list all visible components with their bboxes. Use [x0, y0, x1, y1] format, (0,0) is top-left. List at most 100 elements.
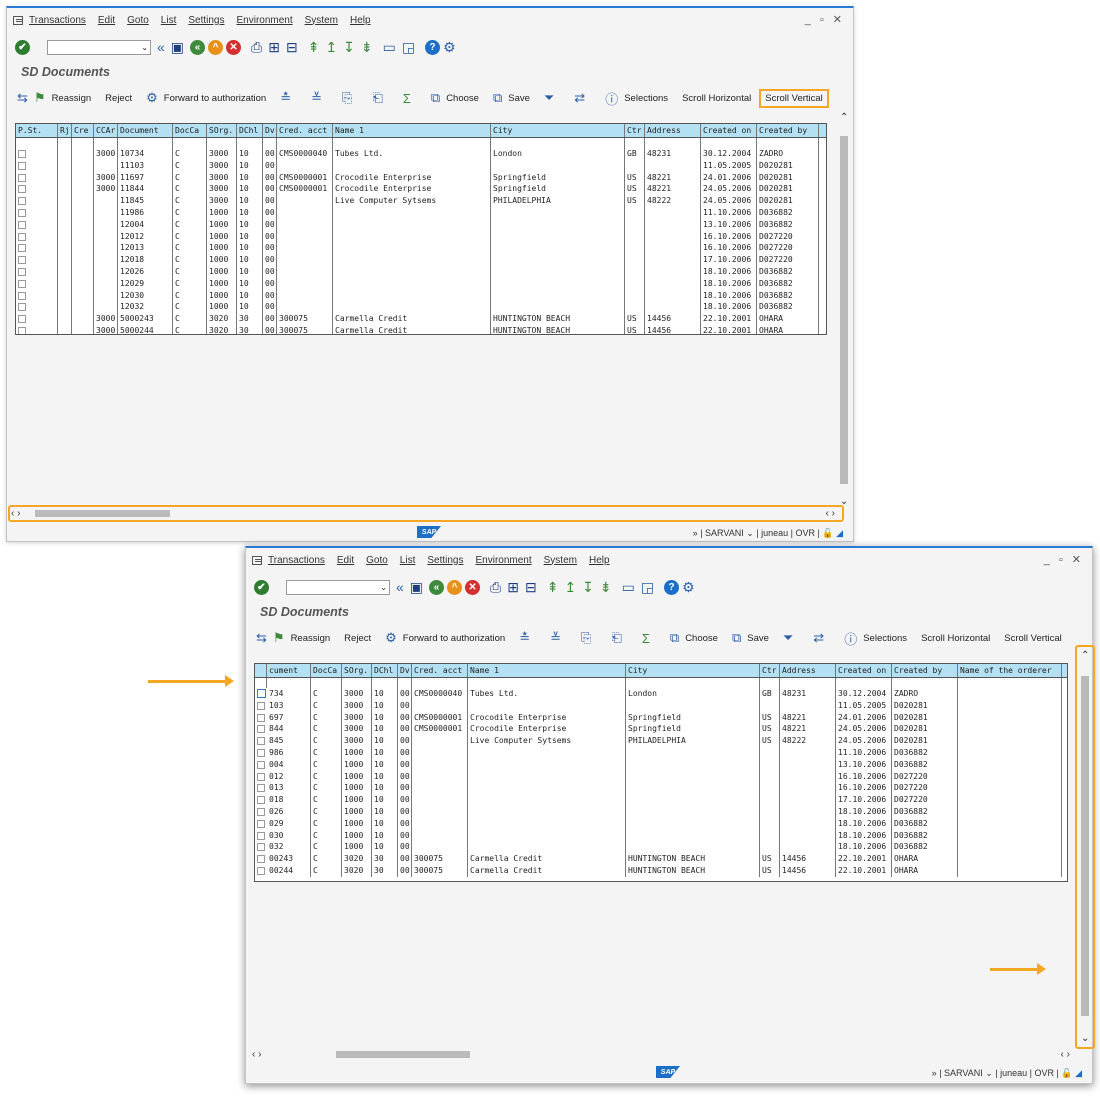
row-checkbox[interactable] [257, 784, 265, 793]
table-cell[interactable] [72, 195, 94, 207]
column-header[interactable]: SOrg. [207, 124, 237, 137]
table-cell[interactable]: 00 [398, 688, 412, 700]
column-header[interactable]: P.St. [16, 124, 58, 137]
menu-goto[interactable]: Goto [127, 15, 149, 26]
table-cell[interactable] [626, 770, 760, 783]
column-header[interactable]: Address [645, 124, 701, 137]
chevron-down-icon[interactable]: ⌄ [141, 43, 148, 52]
scroll-up-icon[interactable]: ⌃ [1081, 650, 1089, 661]
table-cell[interactable]: D020281 [892, 735, 958, 747]
scroll-horizontal-button[interactable]: Scroll Horizontal [682, 93, 751, 104]
table-cell[interactable]: C [173, 265, 207, 278]
table-cell[interactable] [760, 782, 780, 795]
table-cell[interactable] [16, 159, 58, 172]
table-cell[interactable]: 1000 [342, 746, 372, 759]
table-cell[interactable]: Crocodile Enterprise [333, 183, 491, 196]
status-system[interactable]: SARVANI [705, 528, 744, 538]
table-cell[interactable]: 18.10.2006 [701, 265, 757, 278]
table-cell[interactable] [760, 829, 780, 842]
table-cell[interactable]: 3020 [342, 864, 372, 877]
table-cell[interactable]: 1000 [342, 758, 372, 771]
table-cell[interactable]: US [760, 711, 780, 724]
table-cell[interactable]: Live Computer Sytsems [333, 195, 491, 207]
save-icon[interactable]: ▣ [410, 579, 423, 595]
table-cell[interactable]: D036882 [757, 218, 819, 231]
table-cell[interactable] [626, 699, 760, 712]
table-cell[interactable]: 48221 [645, 183, 701, 196]
reassign-button[interactable]: ⇆ ⚑ Reassign [17, 90, 91, 106]
table-cell[interactable] [16, 195, 58, 207]
table-cell[interactable]: D020281 [757, 195, 819, 207]
table-cell[interactable]: C [173, 148, 207, 160]
table-cell[interactable]: Springfield [626, 711, 760, 724]
column-header[interactable]: Document [118, 124, 173, 137]
table-cell[interactable]: Carmella Credit [468, 864, 626, 877]
table-cell[interactable]: 24.05.2006 [701, 195, 757, 207]
row-checkbox[interactable] [18, 197, 26, 206]
column-header[interactable]: CCAr [94, 124, 118, 137]
row-checkbox[interactable] [18, 244, 26, 253]
table-cell[interactable] [58, 159, 72, 172]
table-cell[interactable] [780, 841, 836, 854]
table-cell[interactable] [72, 265, 94, 278]
menu-edit[interactable]: Edit [337, 555, 354, 566]
column-header[interactable]: Cre [72, 124, 94, 137]
table-cell[interactable]: C [311, 758, 342, 771]
table-cell[interactable]: 10 [237, 301, 263, 314]
row-checkbox[interactable] [18, 303, 26, 312]
table-cell[interactable]: 16.10.2006 [836, 770, 892, 783]
layout-button[interactable]: ⇄ [574, 90, 591, 106]
row-checkbox[interactable] [18, 315, 26, 324]
table-cell[interactable]: 3000 [342, 688, 372, 700]
table-cell[interactable]: 734 [267, 688, 311, 700]
scroll-left-icon[interactable]: ‹ › [252, 1049, 261, 1060]
table-cell[interactable]: 00 [398, 805, 412, 818]
table-cell[interactable] [780, 782, 836, 795]
table-cell[interactable]: C [173, 183, 207, 196]
export2-button[interactable]: ⎗ [372, 90, 388, 106]
status-mode[interactable]: OVR [1034, 1068, 1054, 1078]
table-row[interactable]: 032 C 1000 10 00 18.10.2006 D036882 [255, 841, 1067, 854]
table-cell[interactable]: 10 [237, 171, 263, 184]
table-row[interactable]: 013 C 1000 10 00 16.10.2006 D027220 [255, 782, 1067, 795]
table-cell[interactable]: 22.10.2001 [836, 864, 892, 877]
table-cell[interactable] [468, 770, 626, 783]
row-checkbox[interactable] [18, 150, 26, 158]
row-checkbox[interactable] [257, 831, 265, 840]
table-cell[interactable]: D027220 [892, 782, 958, 795]
table-cell[interactable]: 13.10.2006 [701, 218, 757, 231]
row-checkbox[interactable] [18, 291, 26, 300]
table-cell[interactable] [491, 254, 625, 266]
table-cell[interactable]: C [311, 711, 342, 724]
table-cell[interactable]: HUNTINGTON BEACH [491, 313, 625, 325]
table-cell[interactable]: D020281 [757, 159, 819, 172]
table-cell[interactable] [72, 159, 94, 172]
table-cell[interactable]: 3000 [94, 171, 118, 184]
table-cell[interactable]: Crocodile Enterprise [468, 723, 626, 736]
table-cell[interactable]: 14456 [645, 313, 701, 325]
table-cell[interactable] [333, 230, 491, 243]
table-cell[interactable] [468, 699, 626, 712]
table-cell[interactable]: 3000 [342, 699, 372, 712]
column-header[interactable]: Dv [398, 664, 412, 677]
column-header[interactable]: DocCa [173, 124, 207, 137]
table-cell[interactable]: 10 [237, 218, 263, 231]
table-cell[interactable]: 00 [398, 711, 412, 724]
table-cell[interactable] [491, 301, 625, 314]
table-cell[interactable]: 5000243 [118, 313, 173, 325]
table-cell[interactable] [58, 289, 72, 302]
table-cell[interactable]: 10 [237, 148, 263, 160]
table-cell[interactable]: 24.01.2006 [836, 711, 892, 724]
table-cell[interactable] [277, 265, 333, 278]
table-cell[interactable] [645, 254, 701, 266]
table-cell[interactable]: C [173, 324, 207, 334]
table-cell[interactable]: London [626, 688, 760, 700]
table-row[interactable]: 3000 10734 C 3000 10 00 CMS0000040 Tubes Ltd. Lo… [16, 148, 826, 160]
menu-icon[interactable] [252, 555, 262, 565]
table-cell[interactable]: 11.05.2005 [701, 159, 757, 172]
menu-list[interactable]: List [161, 15, 177, 26]
settings-gear-icon[interactable]: ⚙ [682, 579, 695, 595]
table-cell[interactable] [760, 841, 780, 854]
table-cell[interactable] [333, 301, 491, 314]
table-cell[interactable] [468, 829, 626, 842]
